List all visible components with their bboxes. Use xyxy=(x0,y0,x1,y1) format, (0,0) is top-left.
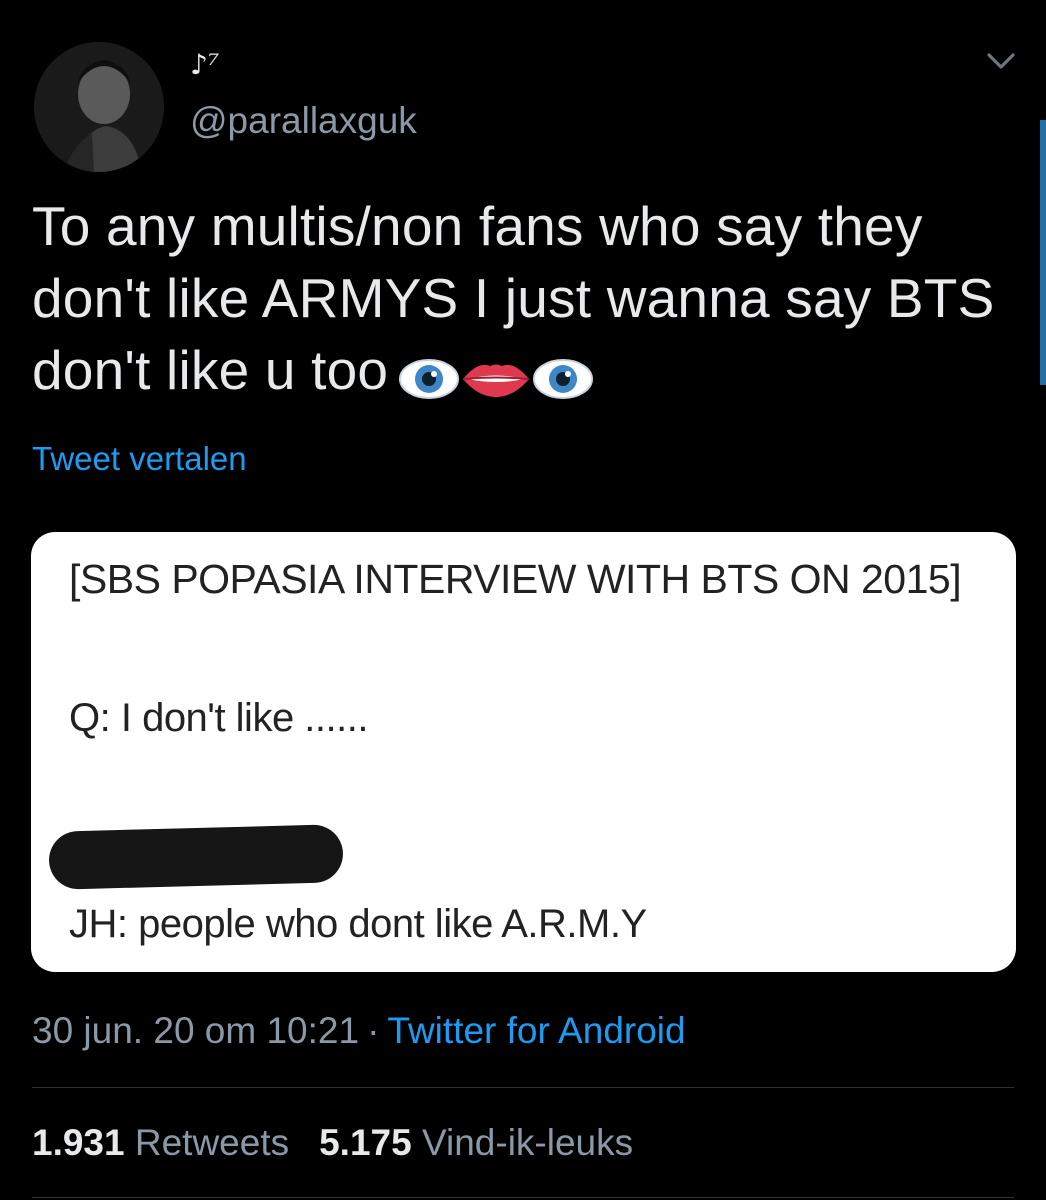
divider-bottom xyxy=(32,1197,1014,1198)
eye-emoji xyxy=(399,358,460,399)
image-question: Q: I don't like ...... xyxy=(69,696,368,740)
likes-count: 5.175 xyxy=(319,1122,412,1163)
divider xyxy=(32,1087,1014,1088)
image-answer: JH: people who dont like A.R.M.Y xyxy=(69,902,647,946)
tweet-stats: 1.931 Retweets 5.175 Vind-ik-leuks xyxy=(32,1122,633,1164)
translate-tweet-link[interactable]: Tweet vertalen xyxy=(32,440,247,478)
eye-emoji xyxy=(533,358,594,399)
lips-emoji xyxy=(463,364,530,397)
avatar[interactable] xyxy=(34,42,164,172)
retweets-label: Retweets xyxy=(134,1122,290,1163)
display-name[interactable]: ♪⁷ xyxy=(190,48,219,81)
tweet-text: To any multis/non fans who say they don'… xyxy=(32,190,1022,410)
tweet-source-link[interactable]: Twitter for Android xyxy=(387,1010,685,1051)
tweet-image[interactable]: [SBS POPASIA INTERVIEW WITH BTS ON 2015]… xyxy=(31,532,1016,972)
emoji-row xyxy=(398,338,594,410)
retweets-stat[interactable]: 1.931 Retweets xyxy=(32,1122,289,1163)
likes-stat[interactable]: 5.175 Vind-ik-leuks xyxy=(319,1122,633,1163)
likes-label: Vind-ik-leuks xyxy=(421,1122,634,1163)
avatar-image xyxy=(34,42,164,172)
chevron-down-icon[interactable] xyxy=(984,46,1018,76)
tweet-meta: 30 jun. 20 om 10:21 · Twitter for Android xyxy=(32,1010,686,1052)
scrollbar[interactable] xyxy=(1040,120,1046,385)
tweet-timestamp[interactable]: 30 jun. 20 om 10:21 xyxy=(32,1010,359,1051)
meta-separator: · xyxy=(367,1010,380,1051)
image-title: [SBS POPASIA INTERVIEW WITH BTS ON 2015] xyxy=(69,556,962,602)
user-handle[interactable]: @parallaxguk xyxy=(190,100,417,142)
redaction-mark xyxy=(48,824,344,890)
retweets-count: 1.931 xyxy=(32,1122,125,1163)
